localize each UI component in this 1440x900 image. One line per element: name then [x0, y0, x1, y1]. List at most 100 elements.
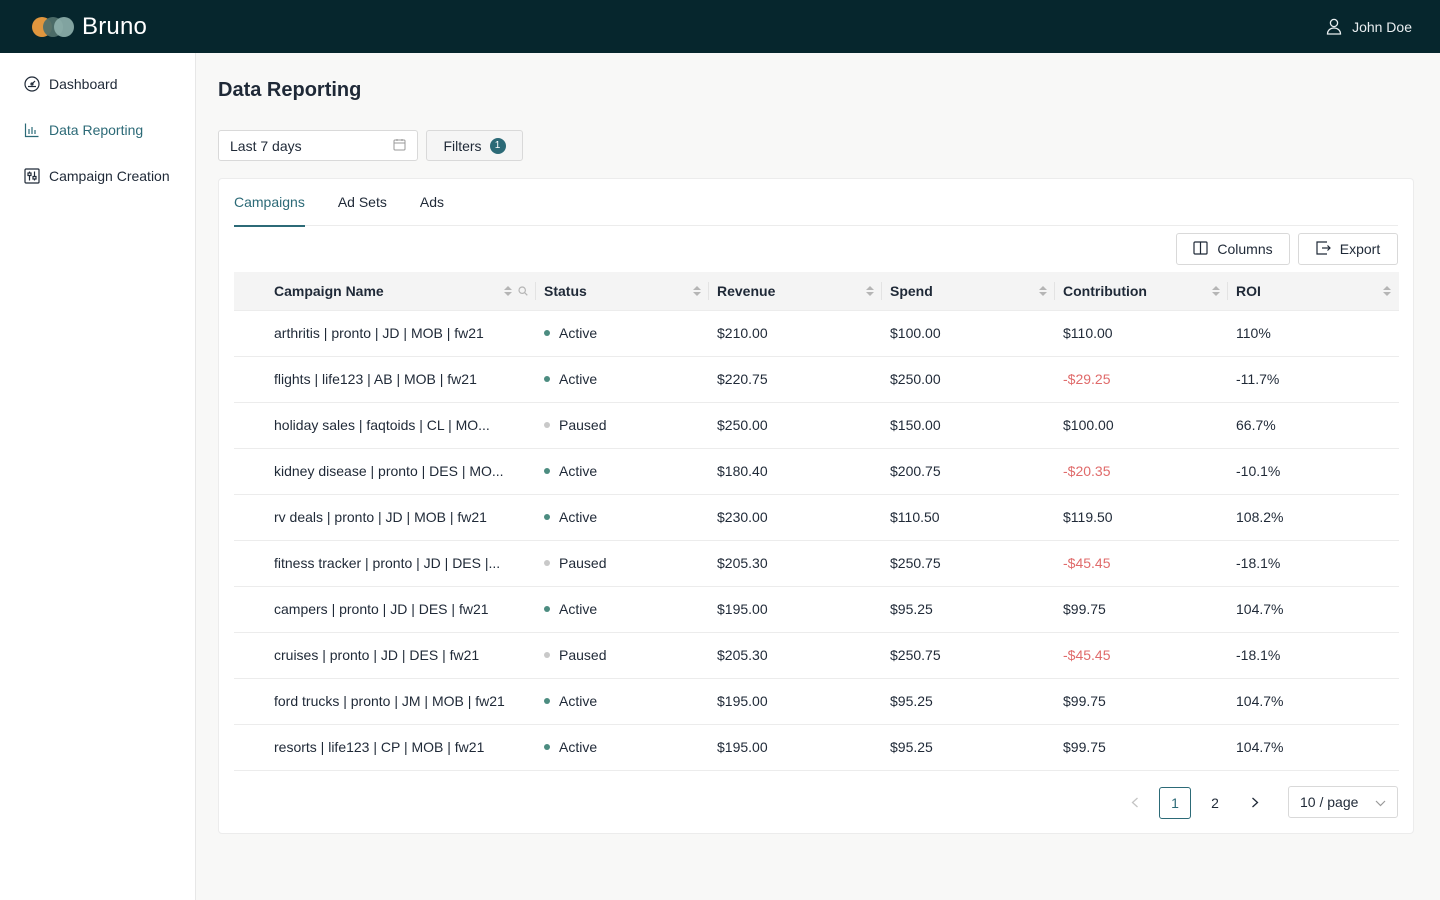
table-row[interactable]: resorts | life123 | CP | MOB | fw21 Activ… [234, 724, 1399, 771]
status-dot [544, 744, 550, 751]
column-header-label: Contribution [1063, 282, 1147, 299]
top-bar: Bruno John Doe [0, 0, 1440, 53]
column-header-roi[interactable]: ROI [1228, 272, 1399, 311]
tab-ad-sets[interactable]: Ad Sets [338, 179, 387, 226]
sort-icon[interactable] [866, 285, 874, 296]
column-header-spend[interactable]: Spend [882, 272, 1055, 311]
cell-roi: -11.7% [1228, 356, 1399, 403]
cell-contribution: -$45.45 [1055, 632, 1228, 679]
cell-spend: $110.50 [882, 494, 1055, 541]
table-row[interactable]: cruises | pronto | JD | DES | fw21 Paused… [234, 632, 1399, 679]
cell-spend: $95.25 [882, 678, 1055, 725]
columns-label: Columns [1217, 241, 1273, 257]
cell-name: arthritis | pronto | JD | MOB | fw21 [234, 310, 536, 357]
page-size-select[interactable]: 10 / page [1288, 786, 1398, 818]
tab-ads[interactable]: Ads [420, 179, 444, 226]
cell-revenue: $195.00 [709, 678, 882, 725]
cell-revenue: $220.75 [709, 356, 882, 403]
tab-campaigns[interactable]: Campaigns [234, 179, 305, 227]
sort-icon[interactable] [1383, 285, 1391, 296]
cell-status: Paused [536, 402, 709, 449]
sidebar-item-dashboard[interactable]: Dashboard [24, 69, 195, 99]
status-dot [544, 560, 550, 567]
cell-revenue: $205.30 [709, 632, 882, 679]
columns-button[interactable]: Columns [1176, 233, 1290, 265]
cell-roi: 104.7% [1228, 724, 1399, 771]
table-row[interactable]: campers | pronto | JD | DES | fw21 Active… [234, 586, 1399, 633]
next-page-button[interactable] [1239, 787, 1271, 819]
table-row[interactable]: flights | life123 | AB | MOB | fw21 Activ… [234, 356, 1399, 403]
status-text: Active [559, 601, 598, 617]
sort-icon[interactable] [1212, 285, 1220, 296]
column-header-revenue[interactable]: Revenue [709, 272, 882, 311]
cell-revenue: $180.40 [709, 448, 882, 495]
bar-chart-icon [24, 122, 40, 138]
table-row[interactable]: kidney disease | pronto | DES | MO... Act… [234, 448, 1399, 495]
cell-name: ford trucks | pronto | JM | MOB | fw21 [234, 678, 536, 725]
table-row[interactable]: fitness tracker | pronto | JD | DES |...… [234, 540, 1399, 587]
report-tabs: Campaigns Ad Sets Ads [234, 179, 1398, 227]
cell-contribution: $99.75 [1055, 724, 1228, 771]
filters-button[interactable]: Filters 1 [426, 130, 523, 161]
cell-roi: 104.7% [1228, 586, 1399, 633]
cell-status: Active [536, 678, 709, 725]
user-menu[interactable]: John Doe [1326, 18, 1412, 35]
user-icon [1326, 18, 1342, 35]
column-header-label: Status [544, 282, 587, 299]
cell-spend: $250.75 [882, 632, 1055, 679]
status-dot [544, 698, 550, 705]
status-dot [544, 514, 550, 521]
search-icon[interactable] [518, 283, 528, 299]
status-text: Active [559, 693, 598, 709]
table-body: arthritis | pronto | JD | MOB | fw21 Acti… [234, 310, 1399, 771]
brand[interactable]: Bruno [32, 13, 147, 41]
chevron-right-icon [1251, 795, 1259, 811]
cell-status: Paused [536, 540, 709, 587]
status-text: Paused [559, 555, 607, 571]
sort-icon[interactable] [1039, 285, 1047, 296]
date-range-picker[interactable]: Last 7 days [218, 130, 418, 161]
date-range-value: Last 7 days [230, 137, 302, 154]
cell-roi: 104.7% [1228, 678, 1399, 725]
table-row[interactable]: rv deals | pronto | JD | MOB | fw21 Activ… [234, 494, 1399, 541]
cell-revenue: $250.00 [709, 402, 882, 449]
filters-count-badge: 1 [489, 137, 506, 154]
sort-icon[interactable] [693, 285, 701, 296]
sidebar-item-campaign-creation[interactable]: Campaign Creation [24, 161, 195, 191]
page-title: Data Reporting [218, 79, 362, 101]
status-text: Active [559, 371, 598, 387]
cell-contribution: $100.00 [1055, 402, 1228, 449]
cell-revenue: $230.00 [709, 494, 882, 541]
sort-icon[interactable] [504, 285, 512, 296]
sidebar-item-data-reporting[interactable]: Data Reporting [24, 115, 195, 145]
column-header-label: Spend [890, 282, 933, 299]
page-button-2[interactable]: 2 [1199, 787, 1231, 819]
cell-roi: -18.1% [1228, 632, 1399, 679]
cell-status: Paused [536, 632, 709, 679]
page-button-1[interactable]: 1 [1159, 787, 1191, 819]
cell-contribution: $99.75 [1055, 586, 1228, 633]
cell-spend: $100.00 [882, 310, 1055, 357]
cell-spend: $95.25 [882, 724, 1055, 771]
cell-roi: 108.2% [1228, 494, 1399, 541]
sidebar-item-label: Dashboard [49, 76, 118, 92]
cell-status: Active [536, 724, 709, 771]
table-row[interactable]: holiday sales | faqtoids | CL | MO... Pau… [234, 402, 1399, 449]
logo [32, 16, 74, 37]
column-header-contribution[interactable]: Contribution [1055, 272, 1228, 311]
cell-name: flights | life123 | AB | MOB | fw21 [234, 356, 536, 403]
calendar-icon [393, 138, 406, 154]
gauge-icon [24, 76, 40, 92]
column-header-status[interactable]: Status [536, 272, 709, 311]
export-button[interactable]: Export [1298, 233, 1398, 265]
cell-status: Active [536, 310, 709, 357]
cell-revenue: $195.00 [709, 724, 882, 771]
table-row[interactable]: arthritis | pronto | JD | MOB | fw21 Acti… [234, 310, 1399, 357]
prev-page-button[interactable] [1119, 787, 1151, 819]
cell-status: Active [536, 586, 709, 633]
cell-status: Active [536, 448, 709, 495]
brand-name: Bruno [82, 12, 148, 40]
column-header-campaign-name[interactable]: Campaign Name [234, 272, 536, 311]
cell-spend: $200.75 [882, 448, 1055, 495]
table-row[interactable]: ford trucks | pronto | JM | MOB | fw21 Ac… [234, 678, 1399, 725]
